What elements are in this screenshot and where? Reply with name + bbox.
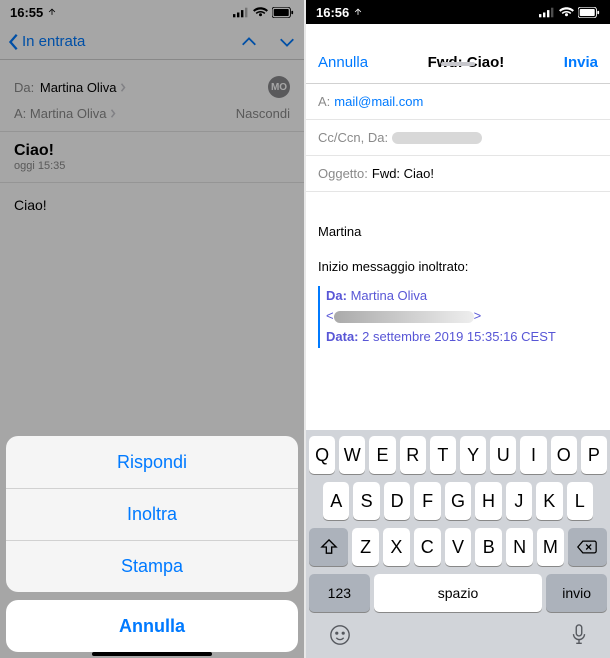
home-indicator (92, 652, 212, 656)
key-z[interactable]: Z (352, 528, 379, 566)
keyboard: QWERTYUIOP ASDFGHJKL ZXCVBNM 123 spazio … (306, 430, 610, 658)
cc-field[interactable]: Cc/Ccn, Da: (306, 120, 610, 156)
wifi-icon (559, 7, 574, 18)
redacted-value (392, 132, 482, 144)
key-l[interactable]: L (567, 482, 593, 520)
key-f[interactable]: F (414, 482, 440, 520)
to-field[interactable]: A: mail@mail.com (306, 84, 610, 120)
key-x[interactable]: X (383, 528, 410, 566)
cancel-button[interactable]: Annulla (6, 600, 298, 652)
shift-icon (320, 539, 338, 555)
key-b[interactable]: B (475, 528, 502, 566)
key-d[interactable]: D (384, 482, 410, 520)
backspace-icon (577, 540, 597, 554)
key-o[interactable]: O (551, 436, 577, 474)
sheet-grabber[interactable] (441, 62, 475, 66)
battery-icon (578, 7, 600, 18)
key-t[interactable]: T (430, 436, 456, 474)
forward-button[interactable]: Inoltra (6, 488, 298, 540)
compose-cancel-button[interactable]: Annulla (318, 54, 368, 71)
numbers-key[interactable]: 123 (309, 574, 370, 612)
key-q[interactable]: Q (309, 436, 335, 474)
key-w[interactable]: W (339, 436, 365, 474)
reply-button[interactable]: Rispondi (6, 436, 298, 488)
key-h[interactable]: H (475, 482, 501, 520)
cellular-icon (539, 7, 555, 18)
key-p[interactable]: P (581, 436, 607, 474)
signature: Martina (318, 222, 598, 243)
key-e[interactable]: E (369, 436, 395, 474)
key-u[interactable]: U (490, 436, 516, 474)
key-s[interactable]: S (353, 482, 379, 520)
key-n[interactable]: N (506, 528, 533, 566)
compose-send-button[interactable]: Invia (564, 54, 598, 71)
redacted-email (334, 311, 474, 323)
enter-key[interactable]: invio (546, 574, 607, 612)
key-j[interactable]: J (506, 482, 532, 520)
quoted-message: Da: Martina Oliva <> Data: 2 settembre 2… (318, 286, 598, 348)
shift-key[interactable] (309, 528, 348, 566)
status-time: 16:56 (316, 5, 363, 20)
key-a[interactable]: A (323, 482, 349, 520)
key-r[interactable]: R (400, 436, 426, 474)
key-y[interactable]: Y (460, 436, 486, 474)
action-sheet: Rispondi Inoltra Stampa Annulla (6, 436, 298, 652)
key-c[interactable]: C (414, 528, 441, 566)
subject-field[interactable]: Oggetto: Fwd: Ciao! (306, 156, 610, 192)
key-k[interactable]: K (536, 482, 562, 520)
status-bar: 16:56 (306, 0, 610, 24)
space-key[interactable]: spazio (374, 574, 543, 612)
key-v[interactable]: V (445, 528, 472, 566)
print-button[interactable]: Stampa (6, 540, 298, 592)
key-g[interactable]: G (445, 482, 471, 520)
compose-body[interactable]: Martina Inizio messaggio inoltrato: Da: … (306, 192, 610, 360)
dictation-icon[interactable] (571, 624, 587, 646)
status-icons (539, 7, 600, 18)
backspace-key[interactable] (568, 528, 607, 566)
forward-intro: Inizio messaggio inoltrato: (318, 257, 598, 278)
key-i[interactable]: I (520, 436, 546, 474)
key-m[interactable]: M (537, 528, 564, 566)
emoji-icon[interactable] (329, 624, 351, 646)
